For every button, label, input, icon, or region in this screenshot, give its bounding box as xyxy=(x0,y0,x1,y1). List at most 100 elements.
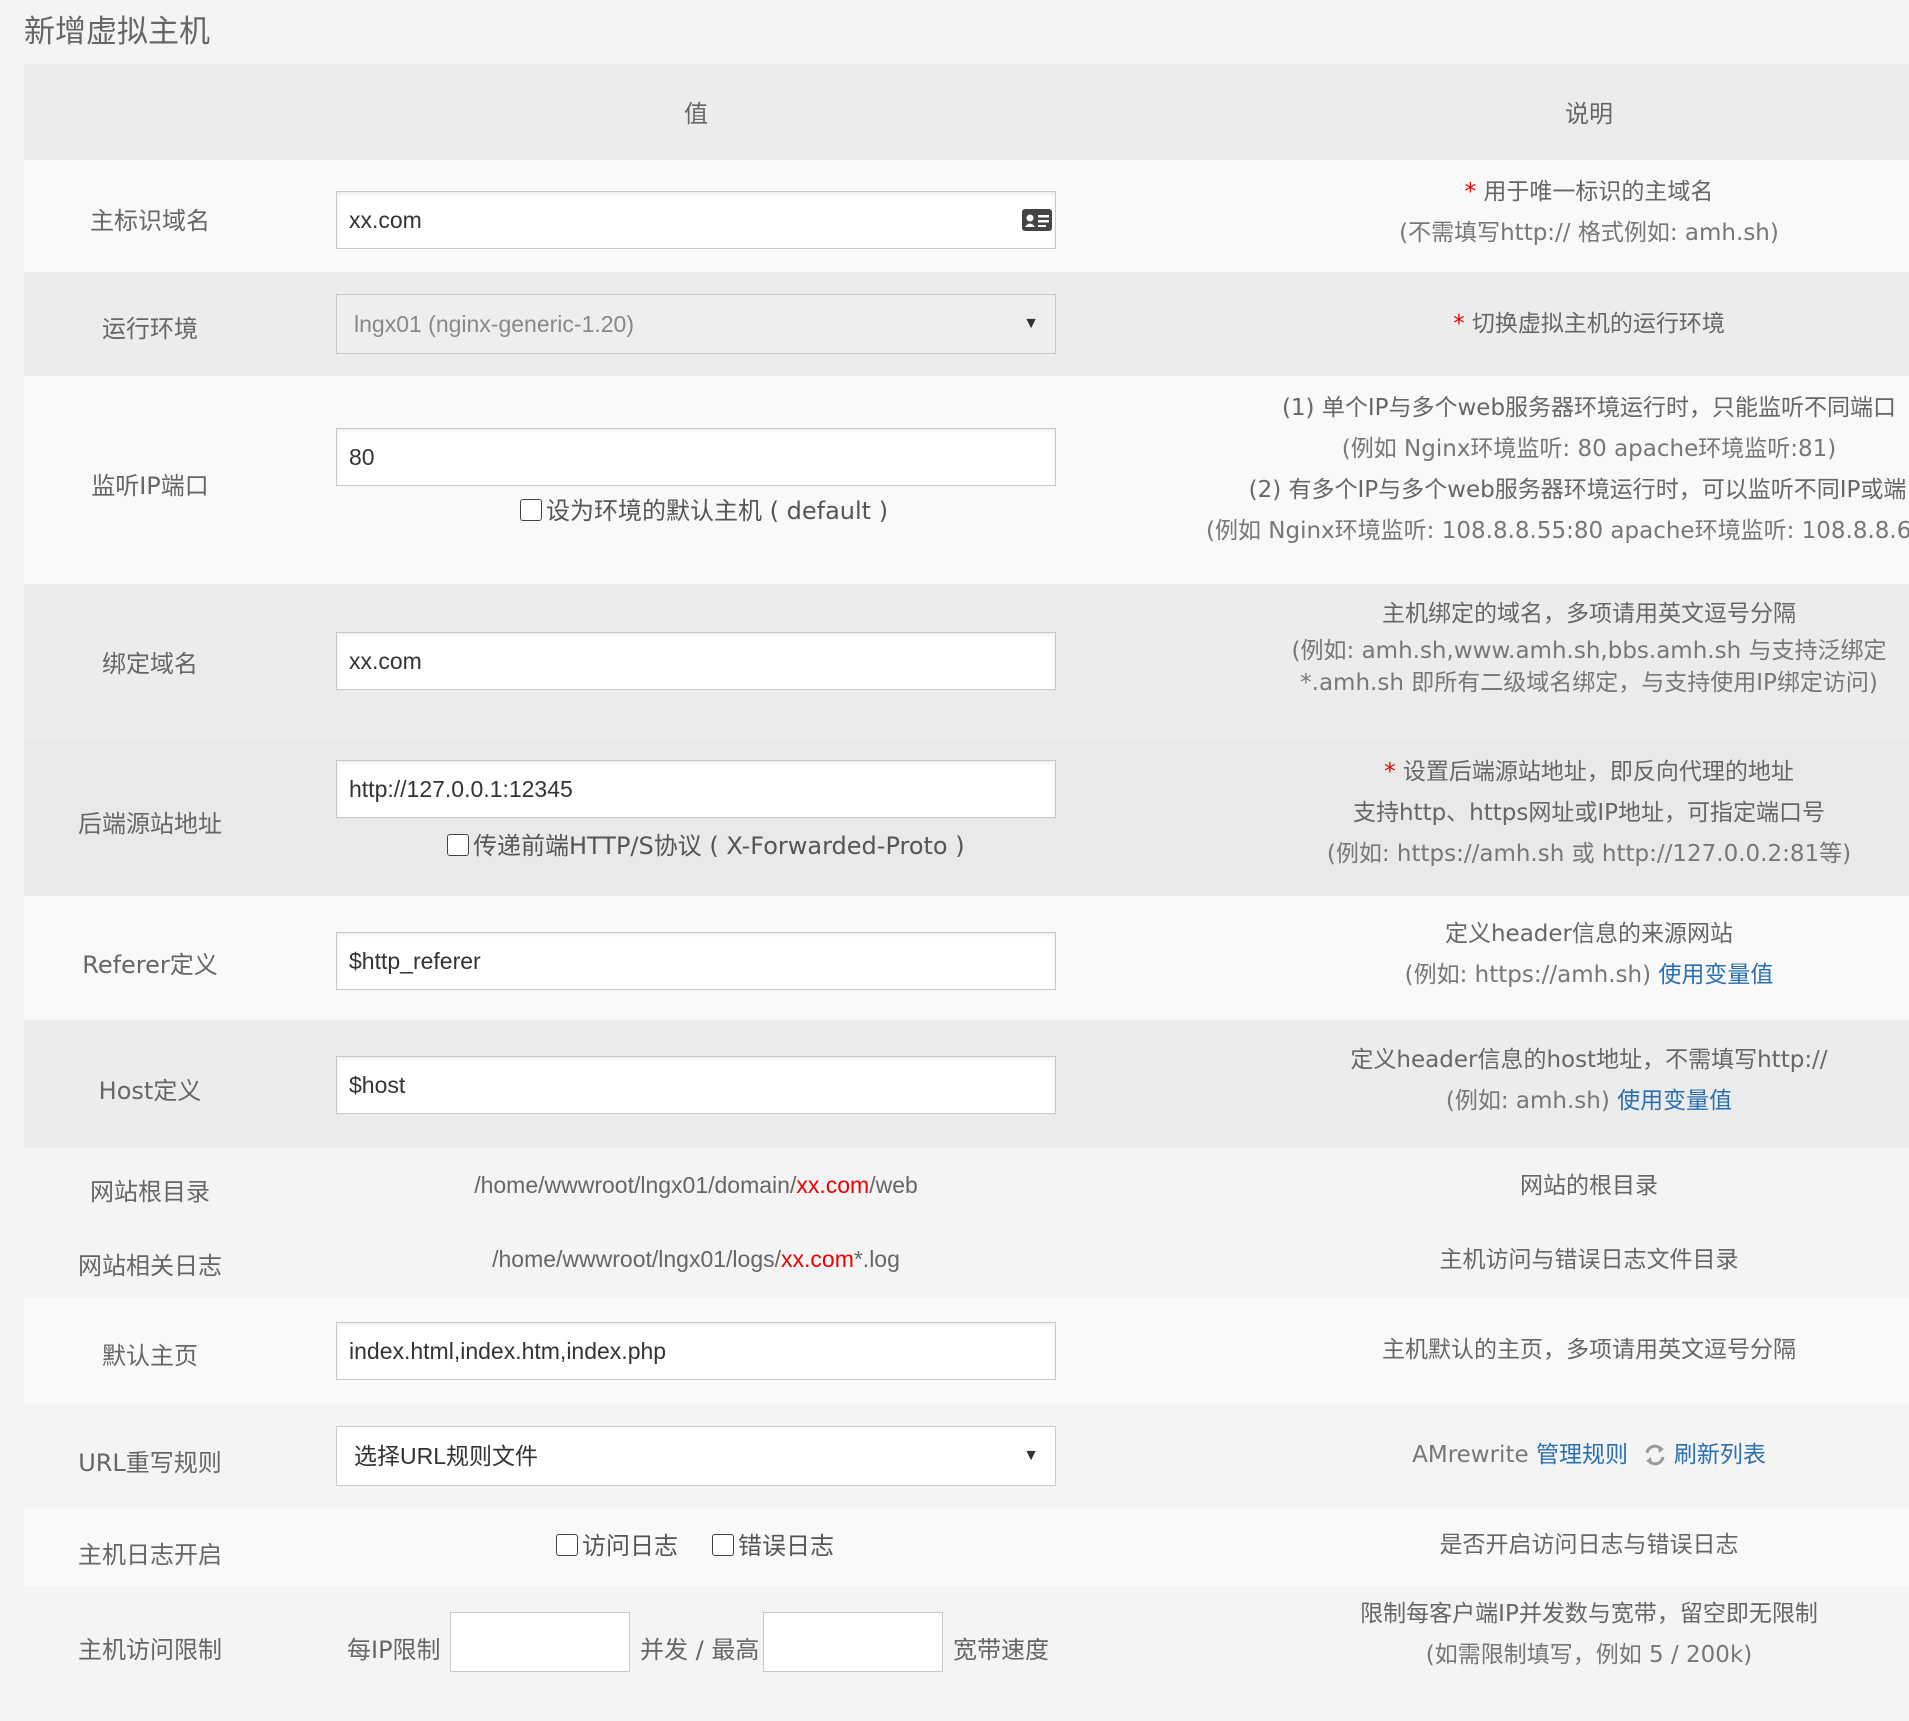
bandwidth-limit-input[interactable] xyxy=(763,1612,943,1672)
web-root-description: 网站的根目录 xyxy=(1129,1166,1909,1207)
listen-desc-line2: (例如 Nginx环境监听: 80 apache环境监听:81) xyxy=(1341,436,1837,462)
listen-desc-line1: (1) 单个IP与多个web服务器环境运行时，只能监听不同端口 xyxy=(1281,395,1897,421)
page-title: 新增虚拟主机 xyxy=(24,14,210,50)
default-index-description: 主机默认的主页，多项请用英文逗号分隔 xyxy=(1129,1330,1909,1371)
use-variable-link[interactable]: 使用变量值 xyxy=(1658,962,1773,988)
default-host-checkbox-label: 设为环境的默认主机 ( default ) xyxy=(546,497,889,525)
required-marker: * xyxy=(1453,311,1465,337)
default-index-value: index.html,index.htm,index.php xyxy=(349,1338,667,1364)
default-index-input[interactable]: index.html,index.htm,index.php xyxy=(336,1322,1056,1380)
error-log-label: 错误日志 xyxy=(738,1532,834,1560)
listen-desc-line3: (2) 有多个IP与多个web服务器环境运行时，可以监听不同IP或端口 xyxy=(1248,477,1909,503)
url-rewrite-label: URL重写规则 xyxy=(78,1449,222,1477)
chevron-down-icon: ▼ xyxy=(1023,1447,1039,1464)
log-enable-desc: 是否开启访问日志与错误日志 xyxy=(1439,1532,1739,1558)
row-referer: Referer定义 $http_referer 定义header信息的来源网站 … xyxy=(24,896,1909,1020)
manage-rules-link[interactable]: 管理规则 xyxy=(1536,1442,1628,1468)
row-access-limit: 主机访问限制 每IP限制 并发 / 最高 宽带速度 限制每客户端IP并发数与宽带… xyxy=(24,1586,1909,1721)
backend-desc-line2: 支持http、https网址或IP地址，可指定端口号 xyxy=(1352,800,1826,826)
web-root-label: 网站根目录 xyxy=(90,1178,210,1206)
web-root-path-prefix: /home/wwwroot/lngx01/domain/ xyxy=(474,1172,797,1198)
main-domain-label: 主标识域名 xyxy=(90,207,210,235)
checkbox-icon[interactable] xyxy=(556,1534,578,1556)
web-root-path-suffix: /web xyxy=(869,1172,918,1198)
host-desc-line2: (例如: amh.sh) xyxy=(1445,1088,1610,1114)
access-limit-desc-line1: 限制每客户端IP并发数与宽带，留空即无限制 xyxy=(1360,1601,1818,1627)
default-index-desc: 主机默认的主页，多项请用英文逗号分隔 xyxy=(1382,1337,1796,1363)
backend-origin-label: 后端源站地址 xyxy=(78,810,222,838)
required-marker: * xyxy=(1464,179,1477,205)
bind-domain-description: 主机绑定的域名，多项请用英文逗号分隔 (例如: amh.sh,www.amh.s… xyxy=(1129,594,1909,699)
bind-domain-label: 绑定域名 xyxy=(102,650,198,678)
url-rewrite-description: AMrewrite 管理规则 刷新列表 xyxy=(1129,1435,1909,1476)
row-url-rewrite: URL重写规则 选择URL规则文件 ▼ AMrewrite 管理规则 刷新列表 xyxy=(24,1404,1909,1508)
checkbox-icon[interactable] xyxy=(447,834,469,856)
bind-domain-value: xx.com xyxy=(349,648,422,674)
bind-desc-line1: 主机绑定的域名，多项请用英文逗号分隔 xyxy=(1382,601,1796,627)
per-ip-limit-text: 每IP限制 xyxy=(347,1636,441,1664)
backend-desc-line1: 设置后端源站地址，即反向代理的地址 xyxy=(1402,759,1794,785)
web-root-path: /home/wwwroot/lngx01/domain/xx.com/web xyxy=(336,1172,1056,1199)
backend-origin-description: * 设置后端源站地址，即反向代理的地址 支持http、https网址或IP地址，… xyxy=(1129,752,1909,875)
site-logs-path-domain: xx.com xyxy=(781,1246,854,1272)
runtime-env-description: * 切换虚拟主机的运行环境 xyxy=(1129,304,1909,345)
row-web-root: 网站根目录 /home/wwwroot/lngx01/domain/xx.com… xyxy=(24,1148,1909,1222)
error-log-checkbox[interactable]: 错误日志 xyxy=(712,1531,834,1561)
referer-description: 定义header信息的来源网站 (例如: https://amh.sh) 使用变… xyxy=(1129,914,1909,996)
use-variable-link[interactable]: 使用变量值 xyxy=(1617,1088,1732,1114)
listen-desc-line4: (例如 Nginx环境监听: 108.8.8.55:80 apache环境监听:… xyxy=(1206,518,1909,544)
checkbox-icon[interactable] xyxy=(520,499,542,521)
listen-port-description: (1) 单个IP与多个web服务器环境运行时，只能监听不同端口 (例如 Ngin… xyxy=(1129,388,1909,552)
checkbox-icon[interactable] xyxy=(712,1534,734,1556)
listen-port-input[interactable]: 80 xyxy=(336,428,1056,486)
site-logs-path: /home/wwwroot/lngx01/logs/xx.com*.log xyxy=(336,1246,1056,1273)
main-domain-value: xx.com xyxy=(349,207,422,233)
runtime-env-select[interactable]: lngx01 (nginx-generic-1.20) ▼ xyxy=(336,294,1056,354)
host-label: Host定义 xyxy=(98,1077,202,1105)
refresh-list-link[interactable]: 刷新列表 xyxy=(1674,1442,1766,1468)
contact-card-icon[interactable] xyxy=(1021,208,1053,232)
site-logs-desc: 主机访问与错误日志文件目录 xyxy=(1439,1247,1739,1273)
row-listen-port: 监听IP端口 80 设为环境的默认主机 ( default ) (1) 单个IP… xyxy=(24,376,1909,584)
description-column-header: 说明 xyxy=(1565,100,1613,128)
runtime-env-label: 运行环境 xyxy=(102,315,198,343)
default-host-checkbox[interactable]: 设为环境的默认主机 ( default ) xyxy=(520,496,888,526)
backend-desc-line3: (例如: https://amh.sh 或 http://127.0.0.2:8… xyxy=(1326,841,1852,867)
row-log-enable: 主机日志开启 访问日志 错误日志 是否开启访问日志与错误日志 xyxy=(24,1508,1909,1586)
site-logs-label: 网站相关日志 xyxy=(78,1252,222,1280)
runtime-env-desc-line1: 切换虚拟主机的运行环境 xyxy=(1471,311,1725,337)
row-backend-origin: 后端源站地址 http://127.0.0.1:12345 传递前端HTTP/S… xyxy=(24,740,1909,896)
main-domain-input[interactable]: xx.com xyxy=(336,191,1056,249)
access-log-checkbox[interactable]: 访问日志 xyxy=(556,1531,678,1561)
required-marker: * xyxy=(1384,759,1396,785)
row-host: Host定义 $host 定义header信息的host地址，不需填写http:… xyxy=(24,1020,1909,1148)
forwarded-proto-checkbox-label: 传递前端HTTP/S协议 ( X-Forwarded-Proto ) xyxy=(473,832,965,860)
row-main-domain: 主标识域名 xx.com * 用于唯一标识的主域名 (不需填写http:// 格… xyxy=(24,160,1909,272)
site-logs-path-prefix: /home/wwwroot/lngx01/logs/ xyxy=(492,1246,782,1272)
refresh-icon[interactable] xyxy=(1643,1444,1667,1466)
referer-value: $http_referer xyxy=(349,948,481,974)
concurrency-limit-input[interactable] xyxy=(450,1612,630,1672)
log-enable-label: 主机日志开启 xyxy=(78,1541,222,1569)
bind-domain-input[interactable]: xx.com xyxy=(336,632,1056,690)
referer-input[interactable]: $http_referer xyxy=(336,932,1056,990)
forwarded-proto-checkbox[interactable]: 传递前端HTTP/S协议 ( X-Forwarded-Proto ) xyxy=(447,831,965,861)
web-root-desc: 网站的根目录 xyxy=(1520,1173,1658,1199)
web-root-path-domain: xx.com xyxy=(796,1172,870,1198)
amrewrite-text: AMrewrite xyxy=(1412,1442,1529,1468)
referer-label: Referer定义 xyxy=(82,951,218,979)
access-limit-desc-line2: (如需限制填写，例如 5 / 200k) xyxy=(1425,1642,1753,1668)
row-bind-domain: 绑定域名 xx.com 主机绑定的域名，多项请用英文逗号分隔 (例如: amh.… xyxy=(24,584,1909,740)
host-input[interactable]: $host xyxy=(336,1056,1056,1114)
backend-origin-value: http://127.0.0.1:12345 xyxy=(349,776,573,802)
referer-desc-line2: (例如: https://amh.sh) xyxy=(1404,962,1652,988)
site-logs-path-suffix: *.log xyxy=(853,1246,900,1272)
backend-origin-input[interactable]: http://127.0.0.1:12345 xyxy=(336,760,1056,818)
row-runtime-env: 运行环境 lngx01 (nginx-generic-1.20) ▼ * 切换虚… xyxy=(24,272,1909,376)
table-header: 值 说明 xyxy=(24,64,1909,160)
host-description: 定义header信息的host地址，不需填写http:// (例如: amh.s… xyxy=(1129,1040,1909,1122)
url-rewrite-select[interactable]: 选择URL规则文件 ▼ xyxy=(336,1426,1056,1486)
access-log-label: 访问日志 xyxy=(582,1532,678,1560)
host-desc-line1: 定义header信息的host地址，不需填写http:// xyxy=(1350,1047,1828,1073)
value-column-header: 值 xyxy=(684,100,708,128)
